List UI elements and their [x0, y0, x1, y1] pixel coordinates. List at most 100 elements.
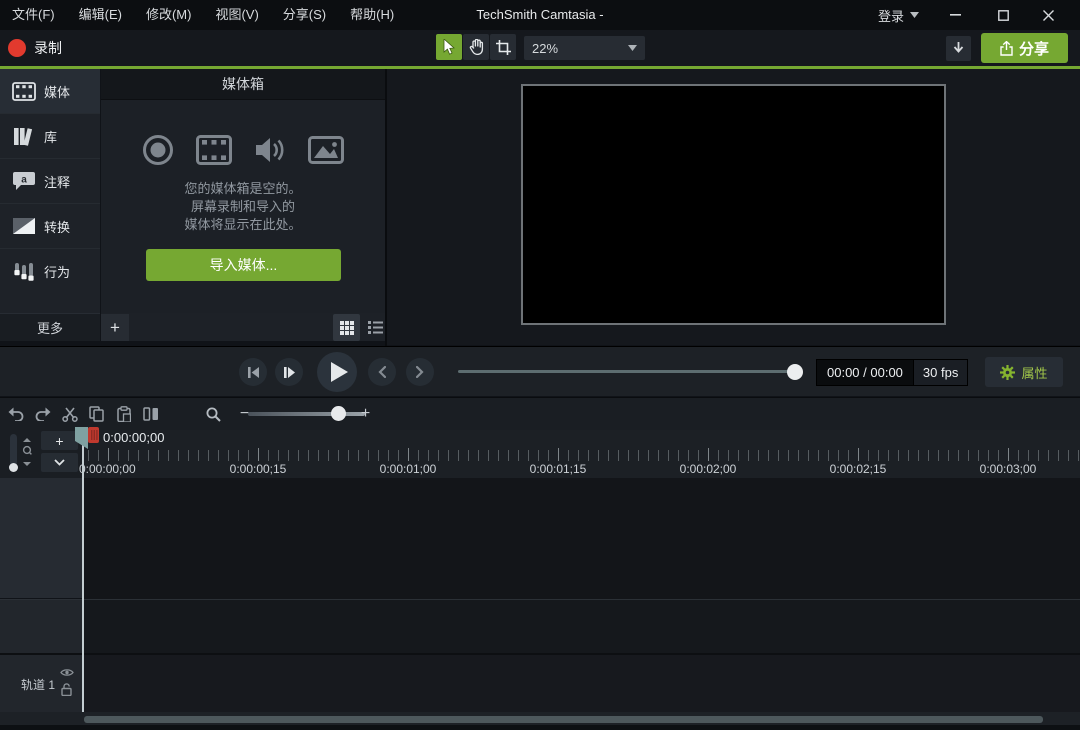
maximize-button[interactable]	[983, 0, 1023, 30]
timeline-zoom-in-button[interactable]: +	[352, 401, 379, 428]
copy-button[interactable]	[83, 401, 110, 428]
playhead-in-handle	[75, 427, 88, 449]
media-bin-body: 您的媒体箱是空的。 屏幕录制和导入的 媒体将显示在此处。 导入媒体...	[101, 100, 385, 313]
properties-button[interactable]: 属性	[985, 357, 1063, 387]
track1-header[interactable]: 轨道 1	[0, 655, 84, 712]
sidebar-item-media[interactable]: 媒体	[0, 69, 100, 114]
empty-line-2: 屏幕录制和导入的	[101, 198, 385, 216]
redo-icon	[35, 407, 51, 421]
sidebar-item-behaviors[interactable]: 行为	[0, 249, 100, 294]
playhead[interactable]	[75, 427, 99, 450]
fps-value[interactable]: 30 fps	[913, 360, 967, 385]
track1-lane[interactable]	[84, 655, 1080, 712]
menu-share[interactable]: 分享(S)	[271, 0, 338, 30]
scissors-icon	[62, 406, 78, 422]
menu-file[interactable]: 文件(F)	[0, 0, 67, 30]
redo-button[interactable]	[29, 401, 56, 428]
lock-icon[interactable]	[61, 683, 72, 696]
chevron-down-icon	[628, 45, 637, 51]
close-button[interactable]	[1028, 0, 1068, 30]
zoom-dropdown[interactable]: 22%	[524, 36, 645, 60]
media-bin-title: 媒体箱	[222, 74, 264, 94]
add-media-button[interactable]: +	[101, 314, 129, 341]
import-media-button[interactable]: 导入媒体...	[146, 249, 341, 281]
sidebar-item-label: 转换	[44, 217, 70, 236]
chevron-down-icon	[54, 459, 65, 466]
menu-edit[interactable]: 编辑(E)	[67, 0, 134, 30]
callout-icon: a	[11, 171, 37, 191]
ruler-label: 0:00:01;00	[380, 462, 437, 476]
library-icon	[11, 126, 37, 146]
timeline-ruler[interactable]: 0:00:00;00 0:00:00;15 0:00:01;00 0:00:01…	[84, 430, 1080, 478]
track-height-slider-handle[interactable]	[9, 463, 18, 472]
media-type-icons	[101, 134, 385, 166]
menu-help[interactable]: 帮助(H)	[338, 0, 406, 30]
next-button[interactable]	[406, 358, 434, 386]
cut-button[interactable]	[56, 401, 83, 428]
timeline-zoom-slider-handle[interactable]	[331, 406, 346, 421]
timeline-toolbar: − +	[0, 397, 1080, 430]
transition-icon	[11, 218, 37, 234]
seek-slider-handle[interactable]	[787, 364, 803, 380]
canvas-tools	[436, 34, 516, 60]
empty-line-1: 您的媒体箱是空的。	[101, 180, 385, 198]
play-icon	[331, 362, 348, 382]
more-label: 更多	[37, 318, 63, 337]
crop-tool-button[interactable]	[490, 34, 516, 60]
timeline-empty-area-lower[interactable]	[84, 600, 1080, 654]
ruler-label: 0:00:01;15	[530, 462, 587, 476]
svg-text:a: a	[21, 175, 27, 186]
film-icon	[11, 82, 37, 101]
step-back-icon	[247, 367, 259, 378]
grid-view-button[interactable]	[333, 314, 360, 341]
menu-view[interactable]: 视图(V)	[203, 0, 270, 30]
sidebar-more-button[interactable]: 更多	[0, 313, 100, 341]
paste-button[interactable]	[110, 401, 137, 428]
minimize-button[interactable]	[935, 0, 975, 30]
scrollbar-thumb[interactable]	[84, 716, 1043, 723]
split-button[interactable]	[137, 401, 164, 428]
camtasia-window: 文件(F)编辑(E)修改(M)视图(V)分享(S)帮助(H) TechSmith…	[0, 0, 1080, 730]
pan-tool-button[interactable]	[463, 34, 489, 60]
download-icon	[953, 42, 964, 55]
share-button[interactable]: 分享	[981, 33, 1068, 63]
step-forward-button[interactable]	[275, 358, 303, 386]
timeline-empty-area[interactable]	[84, 478, 1080, 599]
share-icon	[1000, 41, 1013, 56]
playhead-line[interactable]	[82, 427, 84, 712]
copy-icon	[89, 406, 104, 422]
previous-button[interactable]	[368, 358, 396, 386]
undo-button[interactable]	[2, 401, 29, 428]
menu-modify[interactable]: 修改(M)	[134, 0, 204, 30]
audio-icon	[254, 135, 286, 165]
preview-canvas[interactable]	[521, 84, 946, 325]
recording-icon	[142, 134, 174, 166]
vertical-zoom-control[interactable]	[22, 438, 32, 466]
timeline-zoom-slider-track[interactable]	[248, 412, 365, 416]
login-menu[interactable]: 登录	[878, 0, 919, 30]
step-back-button[interactable]	[239, 358, 267, 386]
collapse-tracks-button[interactable]	[41, 453, 78, 472]
paste-icon	[117, 406, 131, 422]
record-button[interactable]: 录制	[8, 30, 62, 66]
sidebar: 媒体 库 a 注释 转换 行为	[0, 69, 100, 313]
ruler-label: 0:00:02;00	[680, 462, 737, 476]
sidebar-item-label: 媒体	[44, 82, 70, 101]
properties-label: 属性	[1021, 363, 1047, 382]
sidebar-item-transitions[interactable]: 转换	[0, 204, 100, 249]
add-track-button[interactable]: +	[41, 431, 78, 450]
grid-view-icon	[340, 321, 354, 335]
play-button[interactable]	[317, 352, 357, 392]
sidebar-item-annotations[interactable]: a 注释	[0, 159, 100, 204]
export-local-button[interactable]	[946, 36, 971, 61]
empty-bin-message: 您的媒体箱是空的。 屏幕录制和导入的 媒体将显示在此处。	[101, 180, 385, 234]
chevron-left-icon	[378, 366, 386, 378]
image-icon	[308, 136, 344, 164]
eye-icon[interactable]	[60, 668, 74, 677]
timeline-zoom-button[interactable]	[200, 401, 227, 428]
select-tool-button[interactable]	[436, 34, 462, 60]
sidebar-item-library[interactable]: 库	[0, 114, 100, 159]
empty-line-3: 媒体将显示在此处。	[101, 216, 385, 234]
timeline-gutter-lower	[0, 600, 84, 653]
seek-slider-track[interactable]	[458, 370, 796, 373]
